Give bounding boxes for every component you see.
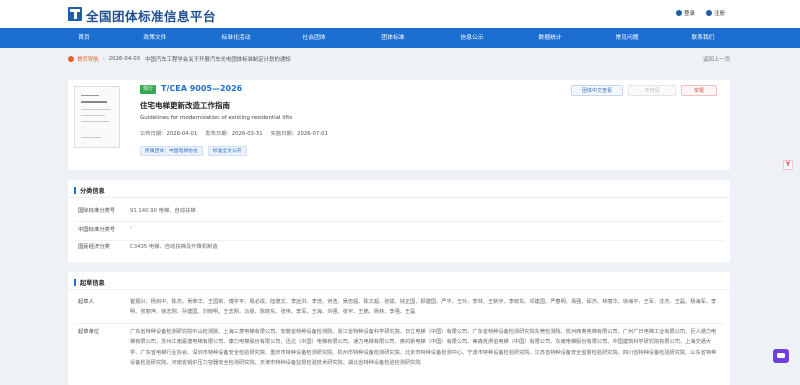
nav-organizations[interactable]: 社会团体 <box>302 28 325 48</box>
implementation-date: 实施日期：2026-07-01 <box>270 131 328 137</box>
nav-group-standards[interactable]: 团体标准 <box>381 28 404 48</box>
drafters-label: 起草人 <box>78 299 94 305</box>
nav-faq[interactable]: 常见问题 <box>615 28 638 48</box>
economy-class-value: C3435 电梯、自动扶梯及升降机制造 <box>130 244 218 250</box>
economy-class-row: 国民经济分类 C3435 电梯、自动扶梯及升降机制造 <box>74 242 724 258</box>
breadcrumb-separator: › <box>102 56 105 62</box>
fulltext-chip[interactable]: 标准全文公开 <box>207 146 247 156</box>
issue-date: 发布日期：2026-03-31 <box>205 131 263 137</box>
nav-statistics[interactable]: 数据统计 <box>538 28 561 48</box>
ccs-value: - <box>130 225 132 231</box>
register-link[interactable]: 注册 <box>706 9 725 17</box>
status-badge: 现行 <box>140 85 157 94</box>
drafters-value: 崔振兴、杨剑中、陈杰、吴荣华、王国莉、傅宇平、周必成、陆德文、李远洪、李浩、何浩… <box>130 299 717 316</box>
economy-class-label: 国民经济分类 <box>78 244 110 250</box>
main-nav: 首页 政策文件 标准化活动 社会团体 团体标准 信息公示 数据统计 常见问题 联… <box>0 28 800 48</box>
standard-title-en: Guidelines for modernization of existing… <box>140 115 293 121</box>
back-link[interactable]: 返回上一页 <box>703 55 730 63</box>
side-float-icon[interactable]: Y <box>783 160 793 170</box>
divider <box>68 197 730 198</box>
platform-logo-icon[interactable] <box>68 7 82 21</box>
drafting-title: 起草信息 <box>74 278 105 287</box>
standard-title-cn: 住宅电梯更新改造工作指南 <box>140 101 230 110</box>
section-marker <box>74 279 76 286</box>
standard-summary-card: 现行 T/CEA 9005—2026 住宅电梯更新改造工作指南 Guidelin… <box>68 80 730 170</box>
standard-chips: 所属团体：中国电梯协会 标准全文公开 <box>140 146 247 156</box>
chat-assistant-icon[interactable] <box>773 349 789 363</box>
login-label: 登录 <box>684 11 696 17</box>
site-title[interactable]: 全国团体标准信息平台 <box>86 6 216 25</box>
standard-cover-thumbnail[interactable] <box>74 86 120 148</box>
view-fulltext-button[interactable]: 团体中文查看 <box>571 85 623 96</box>
ics-label: 国际标准分类号 <box>78 208 116 214</box>
drafting-units-value: 广东省特种设备检测研究院中山检测院、上海三菱电梯有限公司、安徽省特种设备检测院、… <box>130 329 717 366</box>
divider <box>68 289 730 290</box>
location-icon <box>68 56 74 62</box>
breadcrumb-path[interactable]: 中国汽车工程学会关于开展汽车光电团体标准制定计划的通知 <box>145 55 291 63</box>
login-link[interactable]: 登录 <box>676 9 695 17</box>
nav-activities[interactable]: 标准化活动 <box>222 28 251 48</box>
ics-value: 91.140.90 电梯、自动扶梯 <box>130 208 196 214</box>
nav-announcements[interactable]: 信息公示 <box>460 28 483 48</box>
standard-number: T/CEA 9005—2026 <box>161 84 243 93</box>
classification-title: 分类信息 <box>74 186 105 195</box>
nav-home[interactable]: 首页 <box>78 28 90 48</box>
register-label: 注册 <box>714 11 726 17</box>
site-header: 全国团体标准信息平台 登录 注册 <box>0 0 800 28</box>
nav-policy[interactable]: 政策文件 <box>143 28 166 48</box>
publish-date: 公布日期：2026-04-01 <box>140 131 198 137</box>
ccs-label: 中国标准分类号 <box>78 227 116 233</box>
classification-card: 分类信息 国际标准分类号 91.140.90 电梯、自动扶梯 中国标准分类号 -… <box>68 180 730 262</box>
user-icon <box>676 10 682 16</box>
breadcrumb-home[interactable]: 首页导航 <box>77 55 99 63</box>
drafting-units-label: 起草单位 <box>78 329 100 335</box>
drafters-row: 起草人 崔振兴、杨剑中、陈杰、吴荣华、王国莉、傅宇平、周必成、陆德文、李远洪、李… <box>74 297 724 324</box>
ccs-row: 中国标准分类号 - <box>74 225 724 241</box>
drafting-card: 起草信息 起草人 崔振兴、杨剑中、陈杰、吴荣华、王国莉、傅宇平、周必成、陆德文、… <box>68 272 730 385</box>
section-marker <box>74 187 76 194</box>
report-button[interactable]: 举报 <box>681 85 717 96</box>
ics-row: 国际标准分类号 91.140.90 电梯、自动扶梯 <box>74 206 724 222</box>
favorite-button[interactable]: 不可见 <box>628 85 676 96</box>
organization-chip[interactable]: 所属团体：中国电梯协会 <box>140 146 203 156</box>
user-add-icon <box>706 10 712 16</box>
breadcrumb-date: 2026-04-03 <box>108 56 141 62</box>
drafting-units-row: 起草单位 广东省特种设备检测研究院中山检测院、上海三菱电梯有限公司、安徽省特种设… <box>74 327 724 385</box>
nav-contact[interactable]: 联系我们 <box>691 28 714 48</box>
standard-dates: 公布日期：2026-04-01 发布日期：2026-03-31 实施日期：202… <box>140 129 328 137</box>
breadcrumb: 首页导航 › 2026-04-03 中国汽车工程学会关于开展汽车光电团体标准制定… <box>68 53 730 65</box>
